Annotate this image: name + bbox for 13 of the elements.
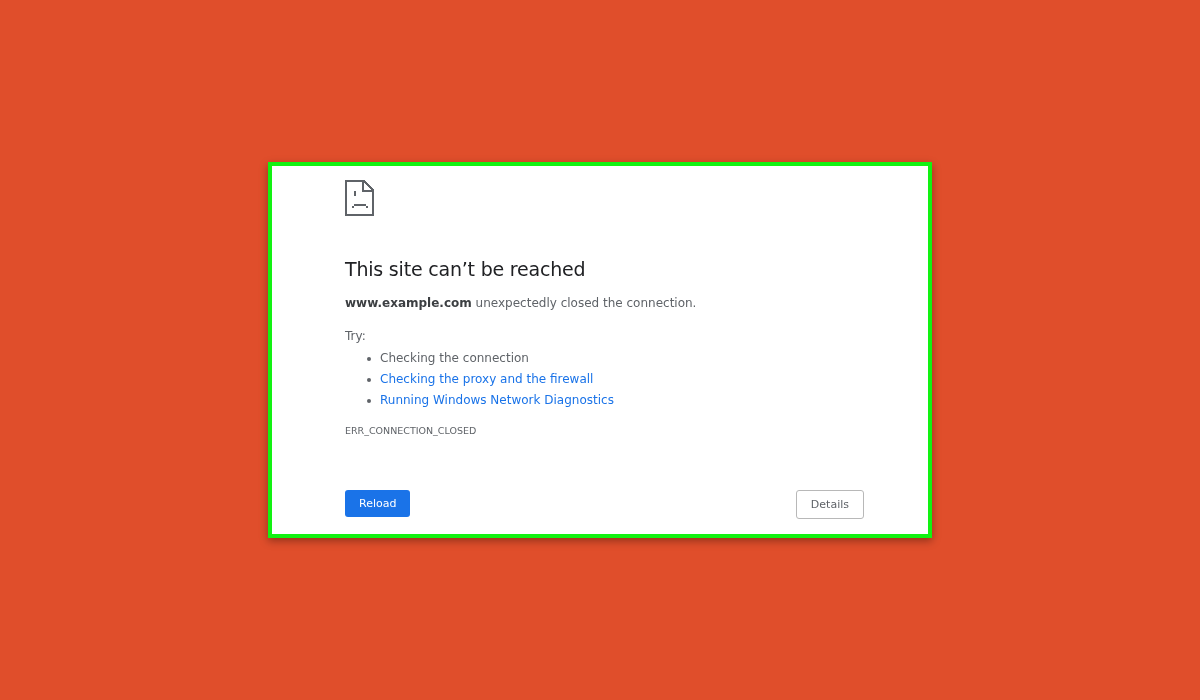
error-description: www.example.com unexpectedly closed the connection. — [345, 296, 698, 310]
details-button[interactable]: Details — [795, 490, 864, 519]
error-heading: This site can’t be reached — [345, 258, 587, 280]
suggestion-link[interactable]: Checking the proxy and the firewall — [380, 369, 594, 390]
error-code: ERR_CONNECTION_CLOSED — [345, 425, 478, 436]
reload-button[interactable]: Reload — [345, 490, 411, 517]
suggestion-text: Checking the connection — [380, 350, 529, 367]
suggestion-link[interactable]: Running Windows Network Diagnostics — [380, 390, 614, 411]
bullet-icon — [367, 356, 371, 361]
bullet-icon — [367, 398, 371, 403]
sad-page-icon — [345, 180, 374, 216]
try-label: Try: — [345, 329, 367, 343]
bullet-icon — [367, 377, 371, 382]
